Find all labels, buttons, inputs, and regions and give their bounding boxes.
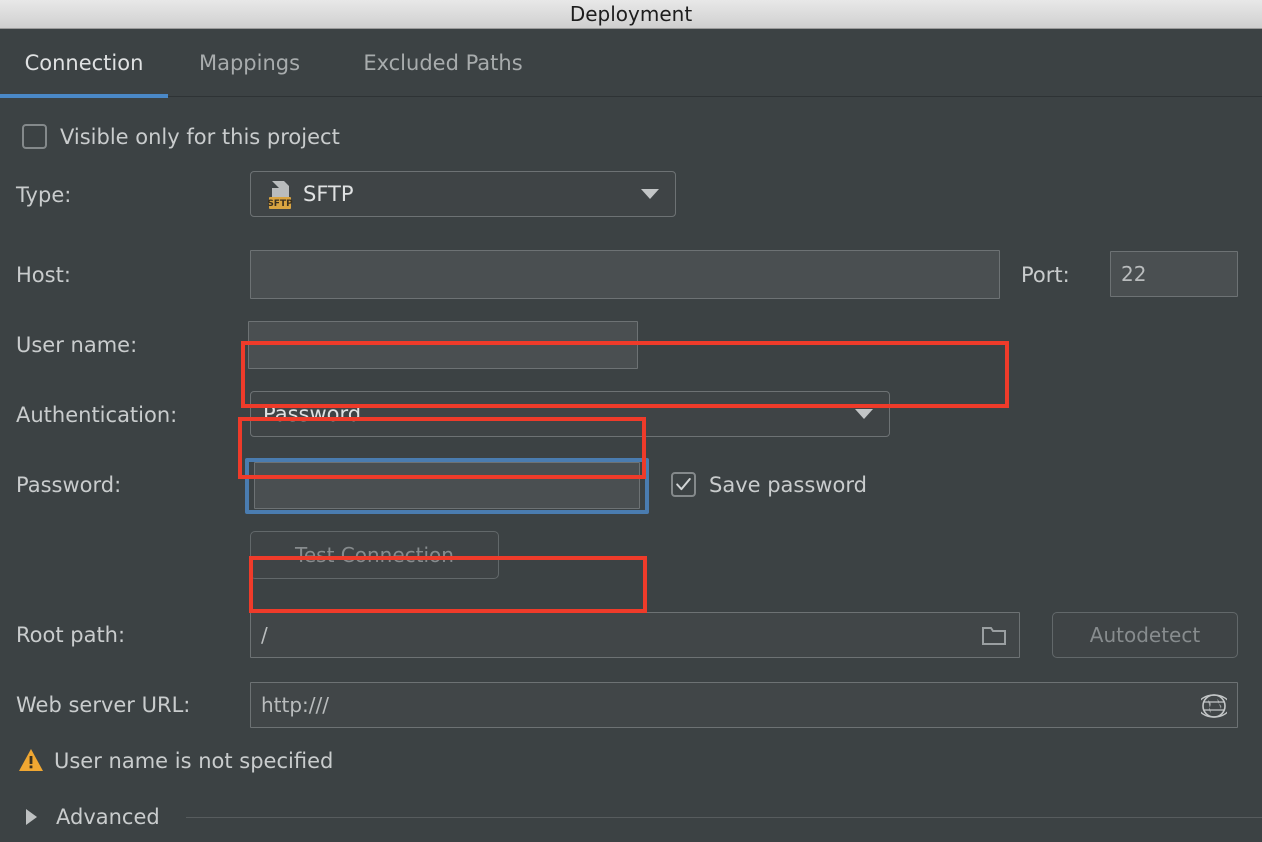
chevron-down-icon	[855, 409, 873, 419]
autodetect-button[interactable]: Autodetect	[1052, 612, 1238, 658]
authentication-value: Password	[263, 402, 362, 426]
type-combobox[interactable]: SFTP SFTP	[250, 171, 676, 217]
port-value: 22	[1121, 262, 1147, 286]
visible-only-label: Visible only for this project	[60, 125, 340, 149]
tab-separator-line	[168, 96, 1262, 97]
tab-bar: Connection Mappings Excluded Paths	[0, 29, 1262, 100]
user-name-input[interactable]	[248, 321, 638, 369]
web-server-url-value: http:///	[261, 693, 330, 717]
validation-message: User name is not specified	[54, 749, 334, 773]
test-connection-button[interactable]: Test Connection	[250, 531, 499, 579]
active-tab-indicator	[0, 94, 168, 98]
sftp-file-icon: SFTP	[265, 180, 295, 210]
test-connection-label: Test Connection	[295, 543, 454, 567]
password-focus-ring	[245, 458, 649, 514]
autodetect-label: Autodetect	[1089, 623, 1201, 647]
save-password-checkbox[interactable]	[671, 472, 696, 497]
tab-mappings-label: Mappings	[198, 50, 301, 75]
authentication-combobox[interactable]: Password	[250, 391, 890, 437]
type-value: SFTP	[303, 182, 354, 206]
warning-triangle-icon	[18, 748, 44, 772]
user-name-label: User name:	[16, 333, 138, 357]
save-password-label: Save password	[709, 473, 867, 497]
web-server-url-input[interactable]: http:///	[250, 682, 1238, 728]
port-input[interactable]: 22	[1110, 251, 1238, 297]
connection-form: Visible only for this project Type: SFTP…	[0, 100, 1262, 842]
globe-icon[interactable]	[1197, 693, 1231, 719]
svg-text:SFTP: SFTP	[267, 199, 293, 209]
tab-connection[interactable]: Connection	[0, 29, 168, 96]
advanced-separator	[186, 817, 1262, 818]
chevron-right-icon[interactable]	[26, 809, 37, 825]
root-path-value: /	[261, 623, 268, 647]
host-input[interactable]	[250, 250, 1000, 299]
tab-excluded-paths[interactable]: Excluded Paths	[337, 29, 549, 96]
web-server-url-label: Web server URL:	[16, 693, 191, 717]
tab-excluded-paths-label: Excluded Paths	[363, 50, 523, 75]
host-label: Host:	[16, 263, 71, 287]
port-label: Port:	[1021, 263, 1070, 287]
tab-connection-label: Connection	[24, 50, 144, 75]
root-path-input[interactable]: /	[250, 612, 1020, 658]
tab-mappings[interactable]: Mappings	[178, 29, 321, 96]
visible-only-checkbox[interactable]	[22, 124, 47, 149]
chevron-down-icon	[641, 189, 659, 199]
password-label: Password:	[16, 473, 122, 497]
checkmark-icon	[676, 478, 691, 491]
folder-icon[interactable]	[981, 625, 1007, 647]
authentication-label: Authentication:	[16, 403, 178, 427]
root-path-label: Root path:	[16, 623, 126, 647]
window-title-bar: Deployment	[0, 0, 1262, 29]
type-label: Type:	[16, 183, 72, 207]
advanced-label[interactable]: Advanced	[56, 804, 160, 830]
window-title: Deployment	[569, 2, 693, 26]
